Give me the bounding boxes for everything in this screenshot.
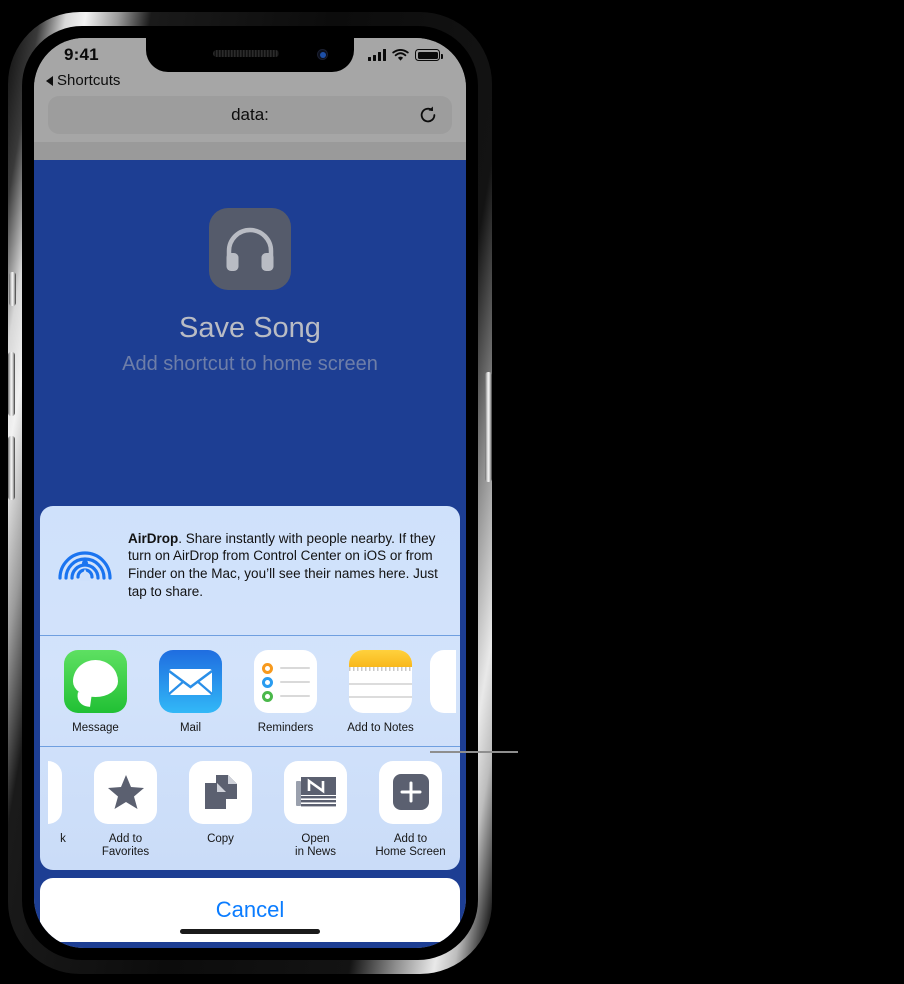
back-to-shortcuts-button[interactable]: Shortcuts (46, 72, 120, 89)
iphone-device: 9:41 Shortcuts data: Save Song Add short… (8, 12, 492, 974)
volume-down-button[interactable] (8, 436, 15, 500)
earpiece-speaker (213, 50, 280, 57)
url-text: data: (231, 105, 269, 124)
airdrop-icon[interactable] (56, 532, 114, 590)
share-target-label: Reminders (257, 722, 314, 735)
notes-app-icon (349, 650, 412, 714)
partial-app-icon (430, 650, 456, 714)
messages-app-icon (64, 650, 127, 714)
page-subtitle: Add shortcut to home screen (122, 353, 378, 375)
share-action-row: k Add to Favorites Copy Open in News Add… (40, 747, 460, 870)
action-label: Copy (207, 832, 234, 845)
page-title: Save Song (179, 312, 321, 344)
action-add-to-home-screen[interactable]: Add to Home Screen (363, 760, 458, 860)
front-camera (317, 49, 328, 60)
share-target-label: Message (72, 722, 119, 735)
action-copy[interactable]: Copy (173, 760, 268, 860)
share-sheet: AirDrop. Share instantly with people nea… (40, 505, 460, 942)
share-target-mail[interactable]: Mail (143, 650, 238, 736)
airdrop-title: AirDrop (128, 530, 179, 546)
home-indicator[interactable] (180, 929, 320, 934)
star-icon (94, 760, 157, 824)
silent-switch[interactable] (9, 272, 16, 306)
action-label: Add to Home Screen (375, 832, 446, 859)
battery-icon (415, 49, 443, 61)
share-target-notes[interactable]: Add to Notes (333, 650, 428, 736)
triangle-left-icon (46, 75, 53, 86)
back-label: Shortcuts (57, 72, 121, 89)
back-row: Shortcuts (34, 72, 466, 93)
callout-line (430, 751, 518, 753)
share-app-row: Message Mail Reminders Add to Notes (40, 636, 460, 746)
status-indicators (368, 48, 443, 62)
action-label: Open in News (295, 832, 336, 859)
power-button[interactable] (485, 372, 492, 482)
plus-square-icon (379, 760, 442, 824)
volume-up-button[interactable] (8, 352, 15, 416)
action-label: k (60, 832, 66, 845)
page-hero: Save Song Add shortcut to home screen (34, 160, 466, 376)
airdrop-description: AirDrop. Share instantly with people nea… (128, 526, 444, 602)
action-add-to-favorites[interactable]: Add to Favorites (78, 760, 173, 860)
action-open-in-news[interactable]: Open in News (268, 760, 363, 860)
airdrop-section: AirDrop. Share instantly with people nea… (40, 506, 460, 636)
share-target-message[interactable]: Message (48, 650, 143, 736)
share-target-reminders[interactable]: Reminders (238, 650, 333, 736)
mail-app-icon (159, 650, 222, 714)
action-label: Add to Favorites (101, 832, 150, 859)
share-sheet-card: AirDrop. Share instantly with people nea… (40, 505, 460, 870)
share-target-partial[interactable] (428, 650, 458, 736)
notch (146, 38, 354, 72)
reminders-app-icon (254, 650, 317, 714)
share-target-label: Add to Notes (347, 722, 414, 735)
status-time: 9:41 (64, 45, 99, 64)
partial-bookmark-icon (48, 760, 62, 824)
phone-screen: 9:41 Shortcuts data: Save Song Add short… (34, 38, 466, 948)
webpage-content: Save Song Add shortcut to home screen Ai… (34, 160, 466, 948)
cellular-signal-icon (368, 49, 386, 61)
headphones-icon (209, 208, 291, 290)
reload-icon[interactable] (418, 105, 438, 125)
address-bar[interactable]: data: (48, 96, 452, 134)
news-icon (284, 760, 347, 824)
share-target-label: Mail (179, 722, 202, 735)
wifi-icon (392, 48, 409, 61)
action-partial[interactable]: k (48, 760, 78, 860)
copy-icon (189, 760, 252, 824)
